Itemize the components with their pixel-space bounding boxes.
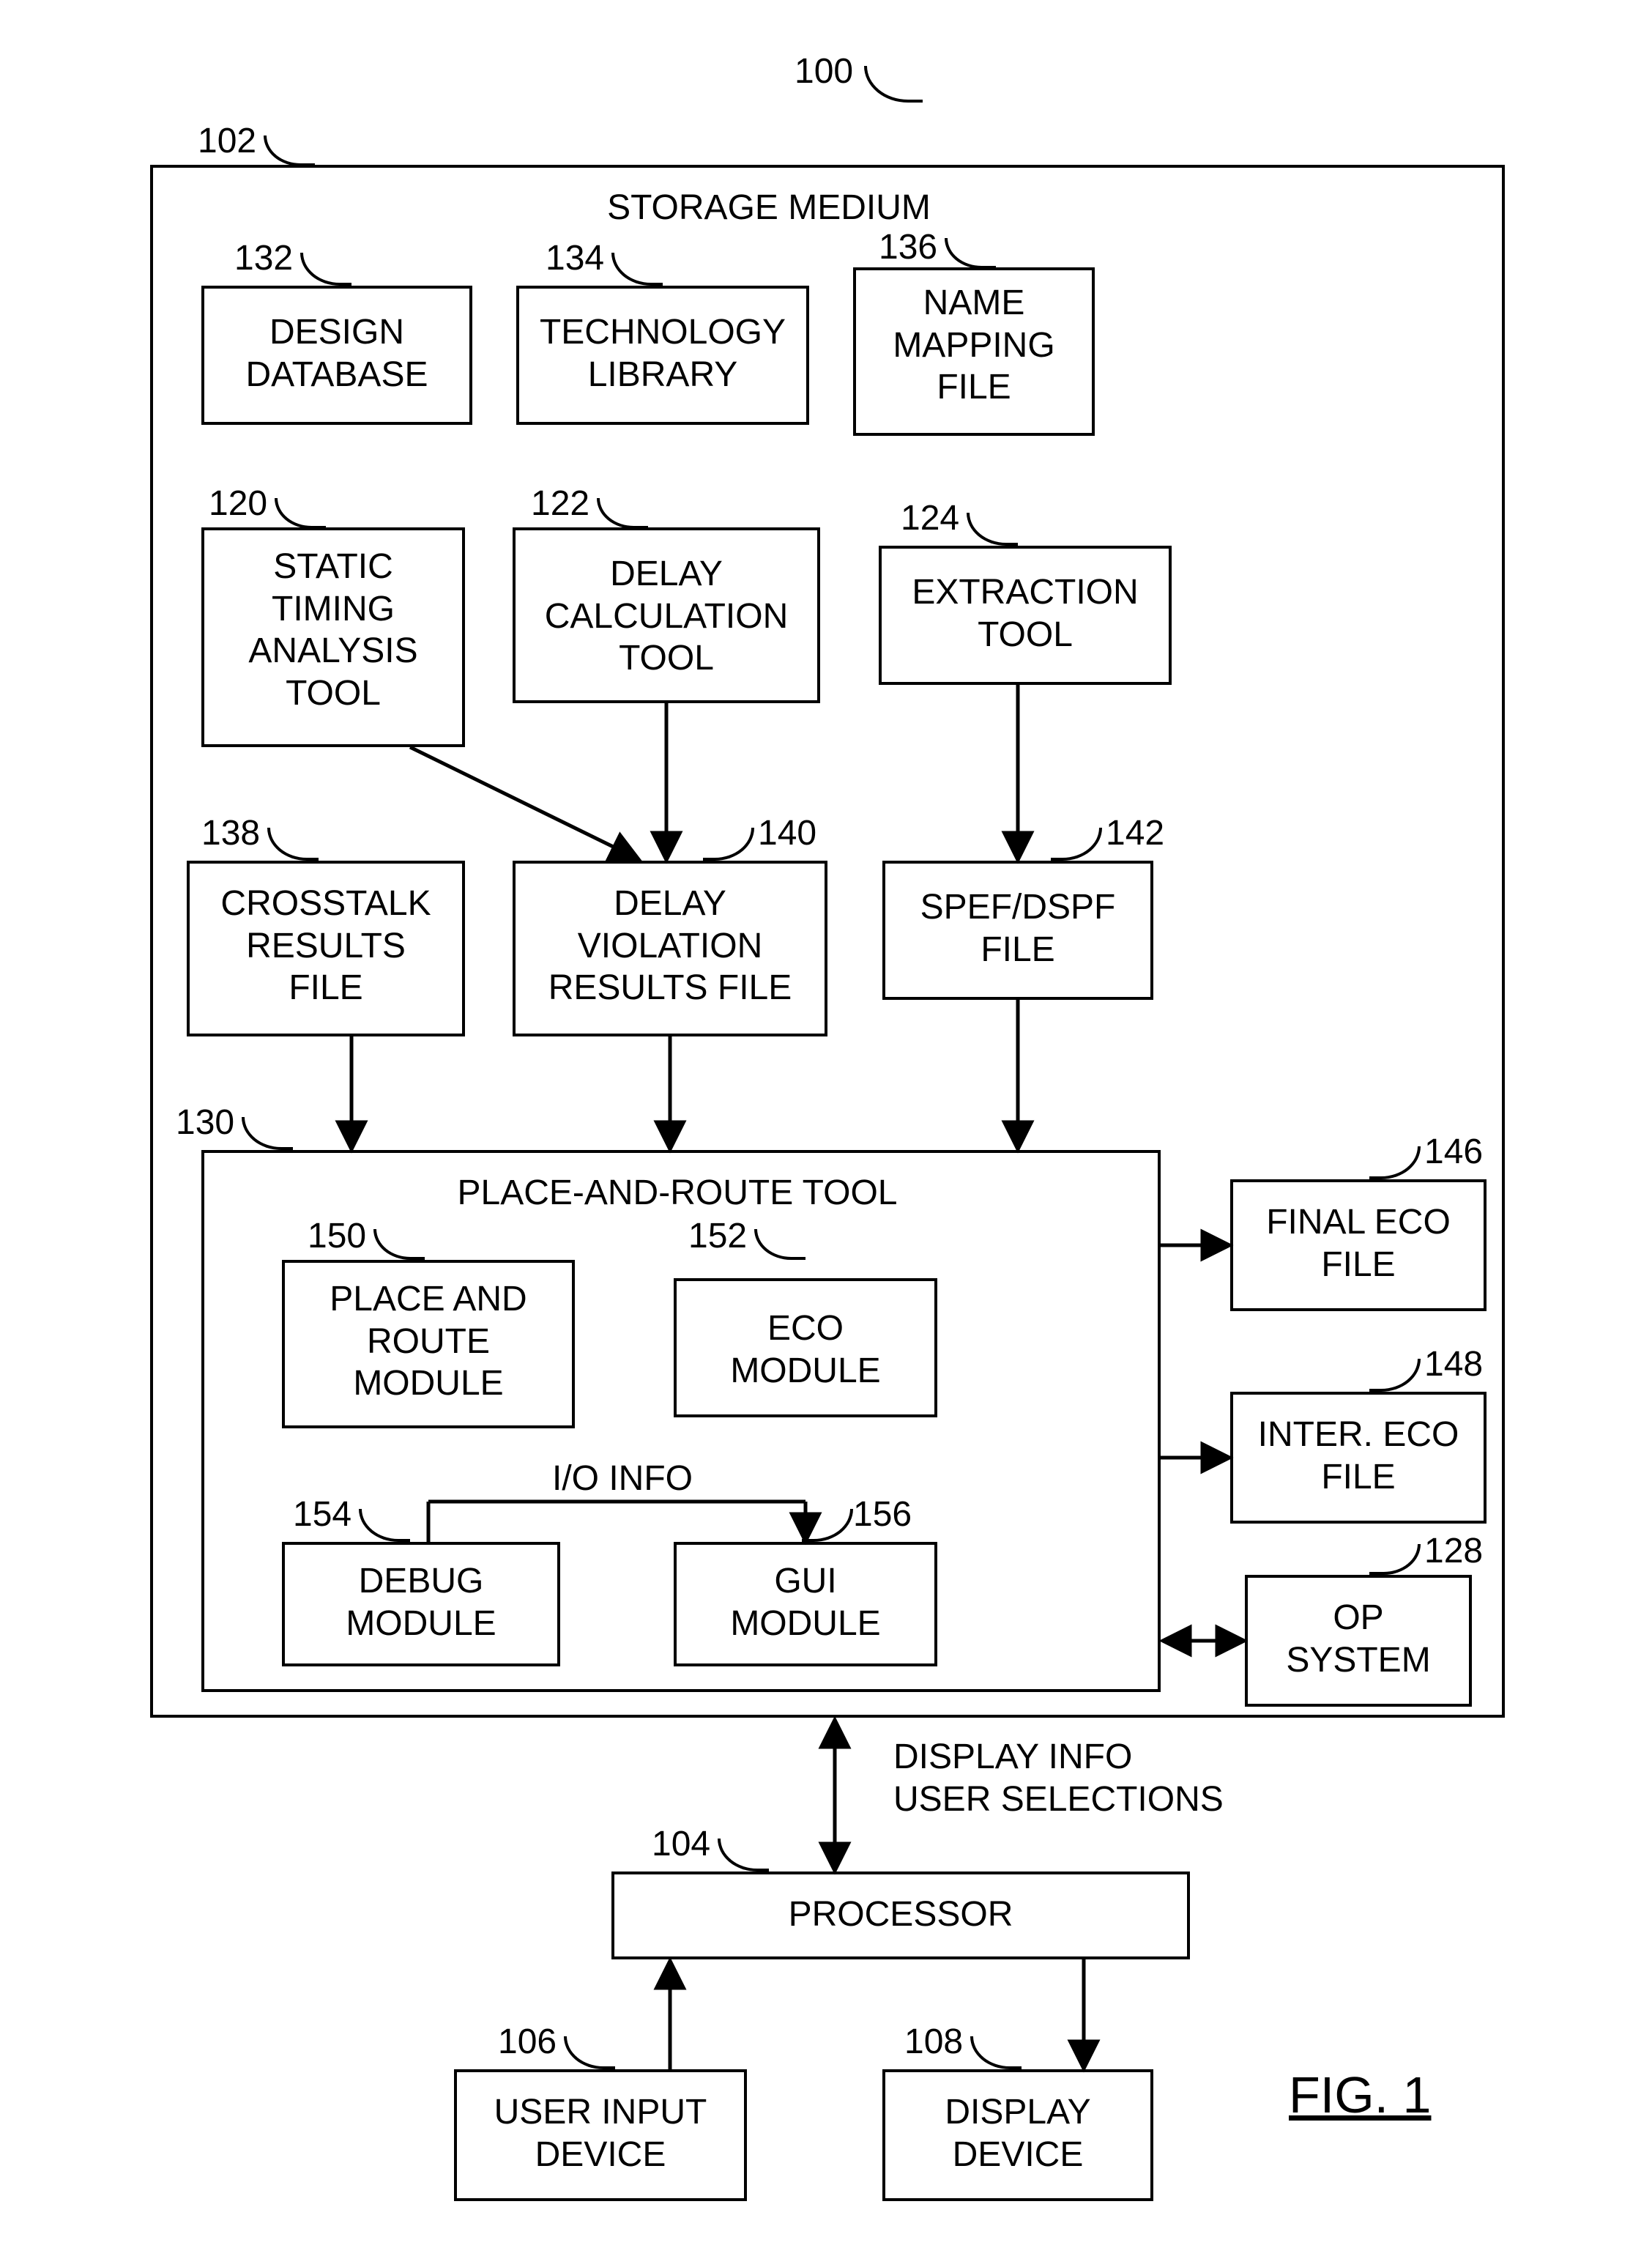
label-processor: PROCESSOR: [611, 1893, 1190, 1936]
ref-154: 154: [293, 1494, 351, 1535]
ref-122: 122: [531, 483, 589, 524]
label-gui-module: GUI MODULE: [674, 1560, 937, 1644]
ref-106: 106: [498, 2022, 557, 2062]
label-static-timing-tool: STATIC TIMING ANALYSIS TOOL: [201, 546, 465, 714]
label-extraction-tool: EXTRACTION TOOL: [879, 571, 1172, 656]
ref-100: 100: [795, 51, 853, 92]
ref-140: 140: [758, 813, 816, 853]
label-final-eco-file: FINAL ECO FILE: [1230, 1201, 1487, 1286]
ref-104: 104: [652, 1824, 710, 1864]
diagram-canvas: 100 102 STORAGE MEDIUM DESIGN DATABASE 1…: [0, 0, 1652, 2248]
hook-102: [264, 136, 315, 166]
label-eco-module: ECO MODULE: [674, 1307, 937, 1392]
hook-106: [564, 2036, 615, 2069]
label-delay-calc-tool: DELAY CALCULATION TOOL: [513, 553, 820, 680]
label-fig1: FIG. 1: [1289, 2066, 1431, 2124]
label-display-info: DISPLAY INFO USER SELECTIONS: [893, 1736, 1224, 1820]
label-place-route-tool-title: PLACE-AND-ROUTE TOOL: [348, 1172, 1007, 1214]
ref-134: 134: [546, 238, 604, 278]
label-delay-violation-results: DELAY VIOLATION RESULTS FILE: [513, 883, 827, 1009]
ref-124: 124: [901, 498, 959, 538]
label-io-info: I/O INFO: [513, 1458, 732, 1500]
label-storage-medium: STORAGE MEDIUM: [513, 187, 1025, 229]
hook-108: [970, 2036, 1022, 2069]
ref-120: 120: [209, 483, 267, 524]
ref-108: 108: [904, 2022, 963, 2062]
ref-132: 132: [234, 238, 293, 278]
ref-136: 136: [879, 227, 937, 267]
hook-104: [718, 1839, 769, 1872]
label-display-device: DISPLAY DEVICE: [882, 2091, 1153, 2175]
label-user-input-device: USER INPUT DEVICE: [454, 2091, 747, 2175]
ref-102: 102: [198, 121, 256, 161]
ref-150: 150: [308, 1216, 366, 1256]
label-debug-module: DEBUG MODULE: [282, 1560, 560, 1644]
label-crosstalk-results: CROSSTALK RESULTS FILE: [187, 883, 465, 1009]
label-name-mapping-file: NAME MAPPING FILE: [853, 282, 1095, 409]
ref-146: 146: [1424, 1132, 1483, 1172]
label-design-database: DESIGN DATABASE: [201, 311, 472, 396]
label-inter-eco-file: INTER. ECO FILE: [1230, 1414, 1487, 1498]
hook-100: [864, 66, 923, 103]
ref-152: 152: [688, 1216, 747, 1256]
label-spef-dspf: SPEF/DSPF FILE: [882, 886, 1153, 971]
ref-142: 142: [1106, 813, 1164, 853]
label-place-route-module: PLACE AND ROUTE MODULE: [282, 1278, 575, 1405]
ref-128: 128: [1424, 1531, 1483, 1571]
label-technology-library: TECHNOLOGY LIBRARY: [516, 311, 809, 396]
ref-148: 148: [1424, 1344, 1483, 1384]
ref-138: 138: [201, 813, 260, 853]
ref-156: 156: [853, 1494, 912, 1535]
label-op-system: OP SYSTEM: [1245, 1597, 1472, 1681]
ref-130: 130: [176, 1102, 234, 1143]
